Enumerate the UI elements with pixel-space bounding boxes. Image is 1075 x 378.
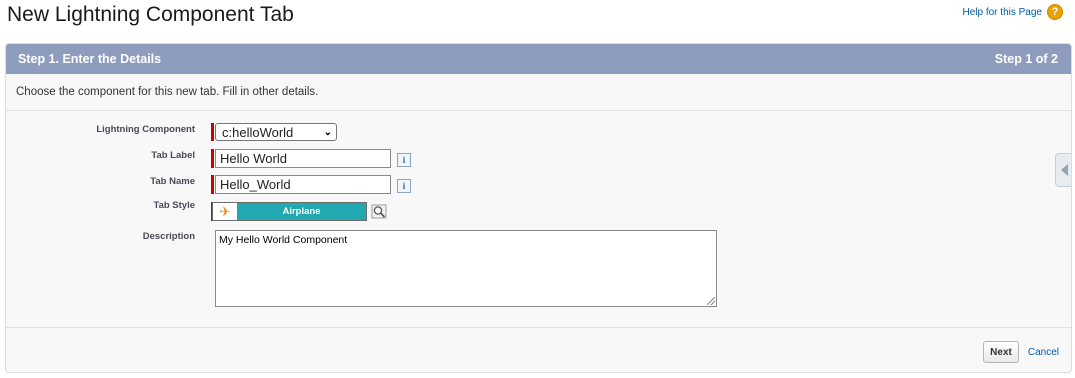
- airplane-icon: ✈: [213, 203, 237, 220]
- chevron-left-icon: [1060, 164, 1068, 176]
- form-body: Lightning Component c:helloWorld ⌄ Tab L…: [6, 111, 1071, 328]
- tab-label-label: Tab Label: [151, 150, 195, 161]
- tab-name-label: Tab Name: [150, 176, 195, 187]
- collapse-sidebar-handle[interactable]: [1055, 153, 1071, 187]
- description-value: My Hello World Component: [219, 234, 348, 246]
- lightning-component-label: Lightning Component: [96, 124, 195, 135]
- tab-style-value: Airplane: [237, 203, 366, 220]
- step-title: Step 1. Enter the Details: [18, 52, 162, 66]
- lightning-component-select[interactable]: c:helloWorld ⌄: [215, 123, 337, 141]
- cancel-link[interactable]: Cancel: [1028, 347, 1059, 358]
- step-header: Step 1. Enter the Details Step 1 of 2: [6, 44, 1071, 74]
- description-textarea[interactable]: My Hello World Component: [215, 230, 717, 307]
- help-icon: ?: [1047, 4, 1063, 20]
- help-link-label: Help for this Page: [962, 6, 1043, 18]
- required-indicator: [211, 123, 214, 141]
- required-indicator: [211, 149, 214, 168]
- instructions-text: Choose the component for this new tab. F…: [6, 74, 1071, 111]
- lookup-icon[interactable]: [371, 204, 387, 219]
- info-icon[interactable]: i: [397, 153, 411, 167]
- next-button[interactable]: Next: [983, 341, 1019, 363]
- description-label: Description: [142, 231, 195, 242]
- tab-name-input[interactable]: Hello_World: [215, 175, 391, 194]
- step-progress: Step 1 of 2: [994, 52, 1058, 66]
- required-indicator: [211, 175, 214, 194]
- info-icon[interactable]: i: [397, 179, 411, 193]
- lightning-component-value: c:helloWorld: [222, 124, 294, 140]
- tab-style-label: Tab Style: [153, 200, 195, 211]
- tab-style-field[interactable]: ✈ Airplane: [212, 202, 367, 221]
- page-title: New Lightning Component Tab: [7, 3, 294, 26]
- tab-label-input[interactable]: Hello World: [215, 149, 391, 168]
- chevron-down-icon: ⌄: [323, 126, 332, 138]
- resize-grip-icon[interactable]: [707, 297, 715, 305]
- wizard-footer: Next Cancel: [6, 332, 1071, 372]
- help-link[interactable]: Help for this Page ?: [962, 4, 1063, 20]
- wizard-panel: Step 1. Enter the Details Step 1 of 2 Ch…: [5, 43, 1072, 373]
